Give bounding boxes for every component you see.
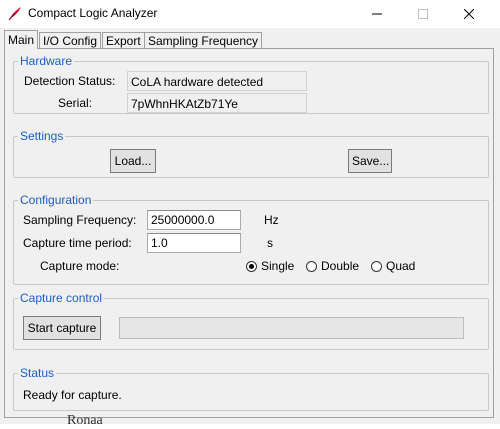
window-title: Compact Logic Analyzer	[28, 6, 158, 20]
sampling-frequency-label: Sampling Frequency:	[23, 213, 137, 227]
close-button[interactable]	[446, 0, 492, 28]
save-button[interactable]: Save...	[348, 149, 392, 173]
maximize-button[interactable]	[400, 0, 446, 28]
hardware-group: Hardware Detection Status: CoLA hardware…	[13, 54, 489, 114]
radio-selected-icon	[246, 260, 257, 272]
detection-status-value: CoLA hardware detected	[127, 71, 307, 91]
capture-progress-bar	[119, 317, 464, 339]
tab-export[interactable]: Export	[102, 32, 145, 48]
status-text: Ready for capture.	[23, 388, 122, 402]
capture-mode-quad-label: Quad	[386, 259, 416, 273]
close-icon	[463, 8, 475, 20]
background-window-text: Ronaa	[67, 413, 103, 428]
status-group-title: Status	[18, 366, 57, 380]
capture-control-group-title: Capture control	[18, 291, 105, 305]
radio-unselected-icon	[371, 260, 382, 272]
start-capture-button[interactable]: Start capture	[23, 316, 101, 340]
serial-label: Serial:	[58, 96, 93, 110]
start-capture-button-label: Start capture	[27, 321, 97, 335]
sampling-frequency-input[interactable]	[147, 210, 241, 230]
capture-mode-quad-radio[interactable]: Quad	[371, 259, 415, 273]
settings-group-title: Settings	[18, 129, 66, 143]
settings-group: Settings Load... Save...	[13, 129, 489, 178]
app-window: Compact Logic Analyzer Main I/O Config E…	[0, 0, 500, 428]
capture-mode-double-radio[interactable]: Double	[306, 259, 359, 273]
load-button-label: Load...	[114, 154, 152, 168]
hardware-group-title: Hardware	[18, 54, 75, 68]
minimize-icon	[372, 13, 382, 15]
maximize-icon	[418, 9, 428, 19]
minimize-button[interactable]	[354, 0, 400, 28]
capture-mode-single-radio[interactable]: Single	[246, 259, 294, 273]
radio-unselected-icon	[306, 260, 317, 272]
configuration-group-title: Configuration	[18, 193, 94, 207]
status-group: Status Ready for capture.	[13, 366, 489, 411]
tk-feather-icon	[6, 5, 24, 23]
main-tab-panel: Hardware Detection Status: CoLA hardware…	[4, 48, 494, 418]
capture-mode-single-label: Single	[261, 259, 295, 273]
tab-sampling-frequency[interactable]: Sampling Frequency	[144, 32, 263, 48]
tab-main[interactable]: Main	[4, 30, 39, 49]
capture-mode-double-label: Double	[321, 259, 360, 273]
capture-time-input[interactable]	[147, 233, 241, 253]
configuration-group: Configuration Sampling Frequency: Hz Cap…	[13, 193, 489, 285]
tab-io-config[interactable]: I/O Config	[39, 32, 102, 48]
load-button[interactable]: Load...	[110, 149, 156, 173]
serial-value: 7pWhnHKAtZb71Ye	[127, 93, 307, 113]
sampling-frequency-unit: Hz	[264, 213, 279, 227]
capture-time-unit: s	[267, 236, 273, 250]
capture-control-group: Capture control Start capture	[13, 291, 489, 350]
detection-status-label: Detection Status:	[24, 74, 116, 88]
save-button-label: Save...	[352, 154, 390, 168]
title-bar[interactable]: Compact Logic Analyzer	[0, 0, 500, 28]
capture-mode-label: Capture mode:	[40, 259, 120, 273]
capture-time-label: Capture time period:	[23, 236, 132, 250]
